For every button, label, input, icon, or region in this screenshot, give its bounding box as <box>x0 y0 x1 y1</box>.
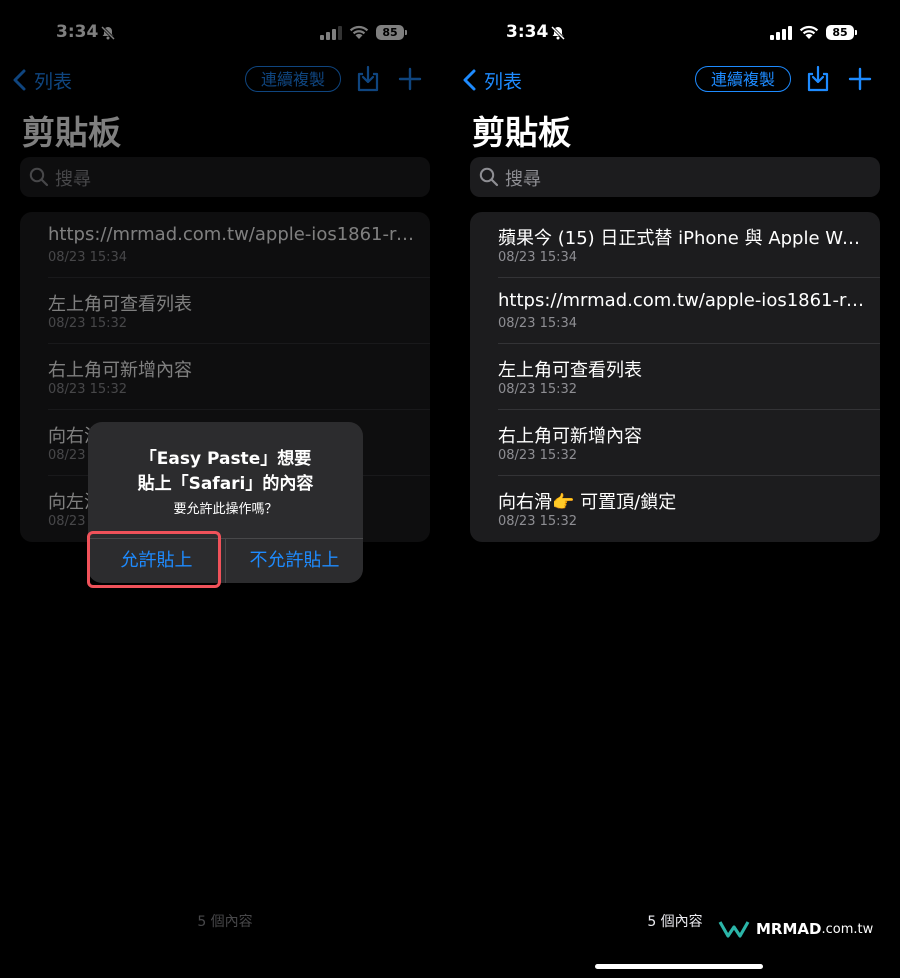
item-title: 右上角可新增內容 <box>498 426 642 447</box>
deny-paste-button[interactable]: 不允許貼上 <box>226 538 363 583</box>
phone-screen-right: 3:34 85 列表 連續複製 剪貼板 搜尋 蘋果今 (15) 日正式替 iPh… <box>450 0 900 978</box>
cellular-signal-icon <box>770 26 792 40</box>
status-bar: 3:34 85 <box>450 20 900 48</box>
item-date: 08/23 15:34 <box>498 316 578 331</box>
item-date: 08/23 15:32 <box>498 382 578 397</box>
battery-indicator: 85 <box>826 25 854 40</box>
alert-message: 要允許此操作嗎？ <box>173 502 278 517</box>
plus-icon[interactable] <box>848 67 872 91</box>
chevron-left-icon <box>463 69 476 91</box>
download-tray-icon[interactable] <box>805 65 831 93</box>
back-button-label: 列表 <box>484 70 523 93</box>
wifi-icon <box>799 25 819 39</box>
bell-slash-icon <box>550 25 566 41</box>
item-title: https://mrmad.com.tw/apple-ios1861-relea… <box>498 290 870 311</box>
watermark-domain: .com.tw <box>821 921 874 937</box>
battery-tip <box>855 30 857 35</box>
home-indicator <box>595 964 763 969</box>
mrmad-logo-icon <box>718 921 750 938</box>
back-button[interactable]: 列表 <box>462 66 522 94</box>
list-item[interactable]: 向右滑👉 可置頂/鎖定 08/23 15:32 <box>470 476 880 542</box>
item-date: 08/23 15:32 <box>498 514 578 529</box>
list-item[interactable]: 右上角可新增內容 08/23 15:32 <box>470 410 880 476</box>
watermark-brand: MRMAD <box>756 920 822 938</box>
phone-screen-left: 3:34 85 列表 連續複製 <box>0 0 450 978</box>
list-item[interactable]: https://mrmad.com.tw/apple-ios1861-relea… <box>470 278 880 344</box>
search-field[interactable]: 搜尋 <box>470 157 880 197</box>
list-item[interactable]: 蘋果今 (15) 日正式替 iPhone 與 Apple Watch 08/23… <box>470 212 880 278</box>
item-date: 08/23 15:32 <box>498 448 578 463</box>
continuous-copy-button[interactable]: 連續複製 <box>695 66 791 92</box>
alert-title-line1: 「Easy Paste」想要 <box>139 449 312 469</box>
item-date: 08/23 15:34 <box>498 250 578 265</box>
status-time: 3:34 <box>506 22 549 42</box>
watermark: MRMAD .com.tw <box>718 918 873 940</box>
highlight-box <box>87 531 221 588</box>
navigation-bar: 列表 連續複製 <box>450 62 900 98</box>
alert-title-line2: 貼上「Safari」的內容 <box>137 474 314 494</box>
item-title: 蘋果今 (15) 日正式替 iPhone 與 Apple Watch <box>498 228 870 249</box>
search-icon <box>479 167 499 187</box>
list-item[interactable]: 左上角可查看列表 08/23 15:32 <box>470 344 880 410</box>
clipboard-list: 蘋果今 (15) 日正式替 iPhone 與 Apple Watch 08/23… <box>470 212 880 542</box>
search-placeholder: 搜尋 <box>505 169 541 190</box>
page-title: 剪貼板 <box>472 113 571 152</box>
item-title: 向右滑👉 可置頂/鎖定 <box>498 492 677 513</box>
item-title: 左上角可查看列表 <box>498 360 642 381</box>
